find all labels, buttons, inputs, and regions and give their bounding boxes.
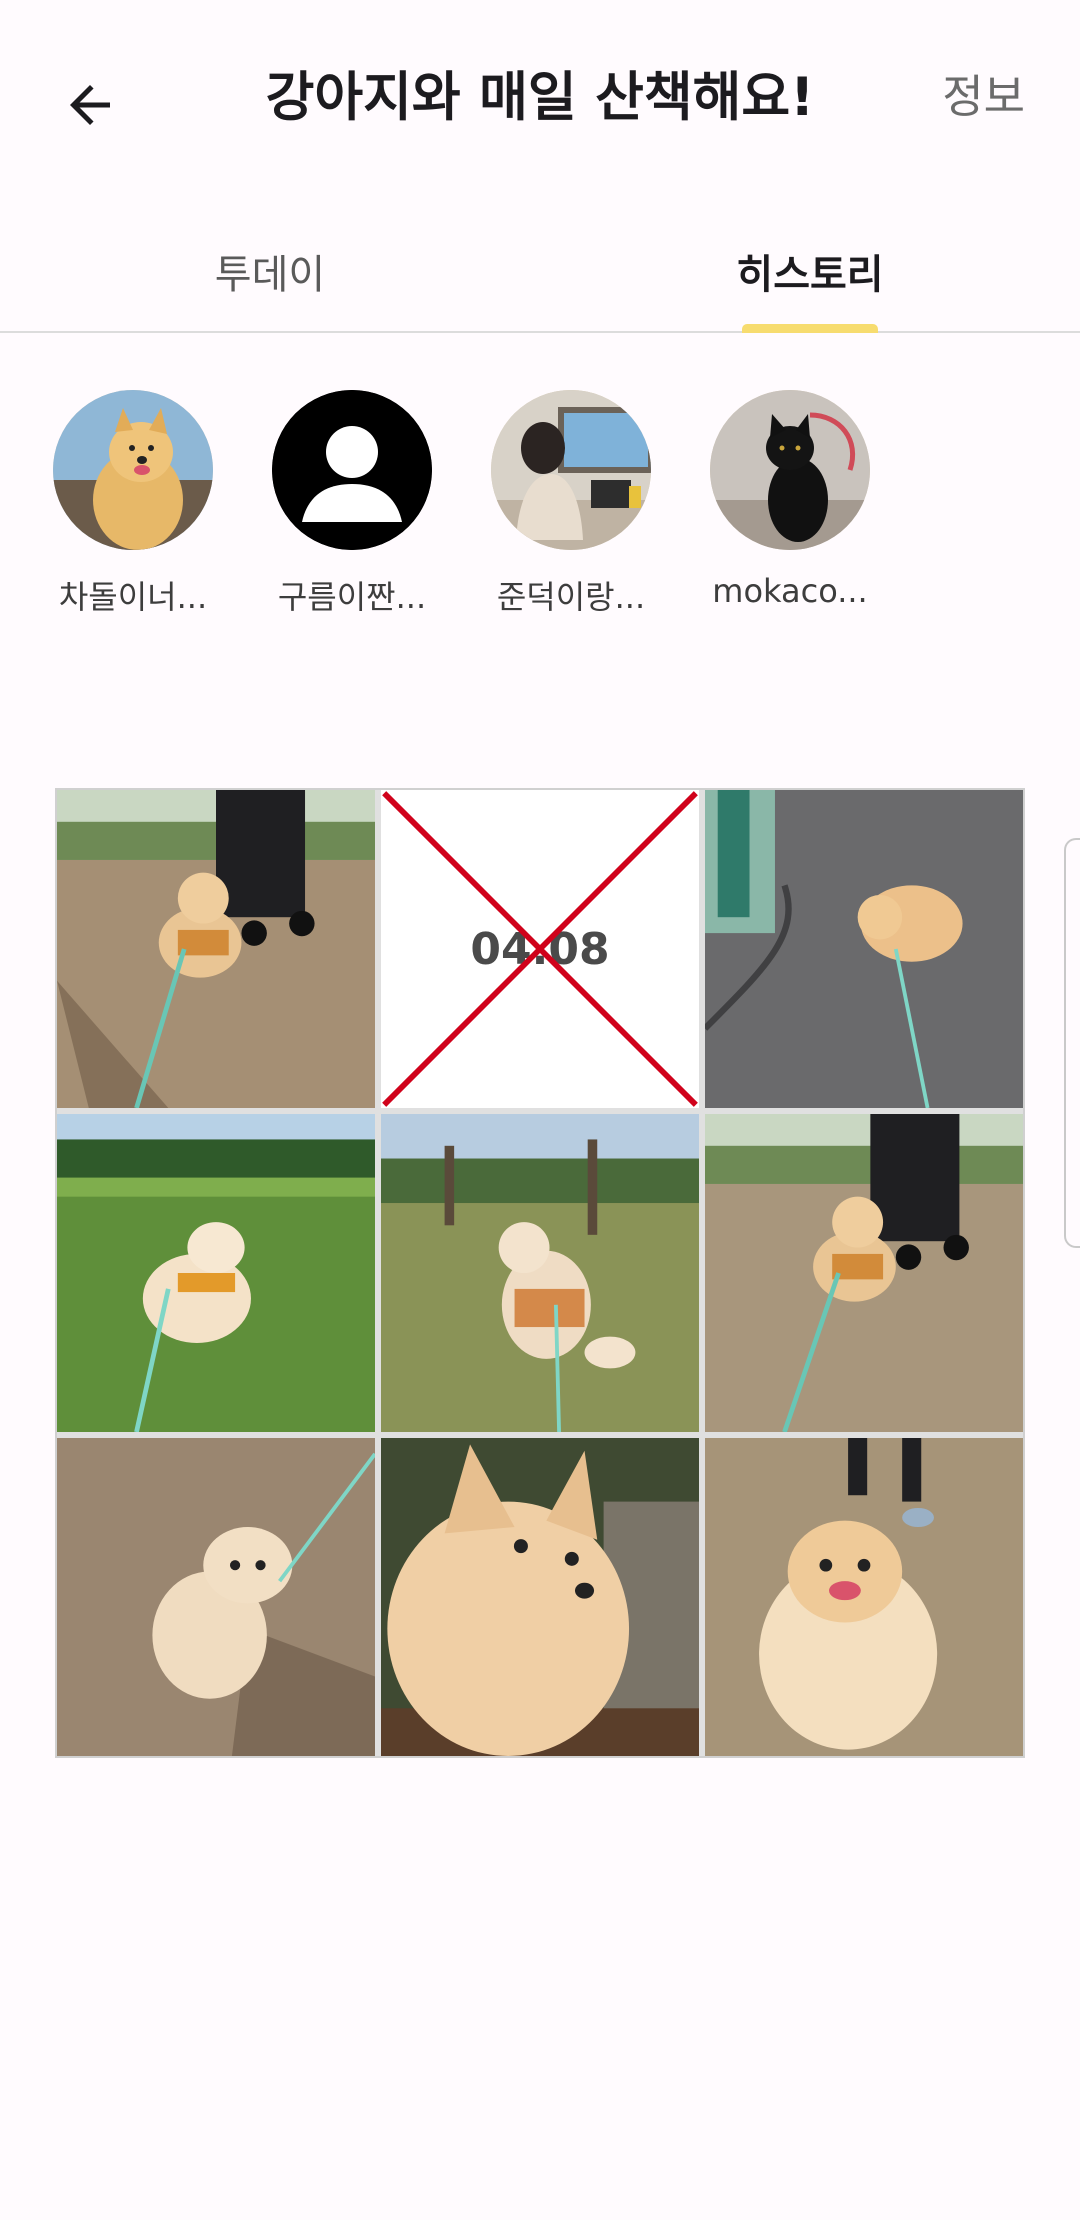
tab-indicator: [742, 324, 878, 333]
default-person-icon: [272, 390, 432, 550]
history-photo[interactable]: [381, 1114, 699, 1432]
page-title: 강아지와 매일 산책해요!: [265, 67, 815, 128]
member-name: mokaco...: [712, 572, 868, 610]
member-list: 차돌이너... 구름이짠... 준덕이랑... mokaco...: [0, 390, 1080, 630]
history-photo[interactable]: [57, 790, 375, 1108]
member-name: 구름이짠...: [277, 578, 427, 616]
cross-icon: [382, 791, 698, 1107]
history-missing-day[interactable]: 04.08: [381, 790, 699, 1108]
top-app-bar: 강아지와 매일 산책해요! 정보: [0, 0, 1080, 190]
member-name: 준덕이랑...: [496, 578, 646, 616]
history-photo[interactable]: [705, 1114, 1023, 1432]
history-grid: 04.08: [55, 788, 1025, 1758]
history-photo[interactable]: [381, 1438, 699, 1756]
member-item[interactable]: 준덕이랑...: [481, 390, 661, 630]
avatar: [710, 390, 870, 550]
history-photo[interactable]: [57, 1114, 375, 1432]
member-item[interactable]: 구름이짠...: [262, 390, 442, 630]
history-photo[interactable]: [705, 1438, 1023, 1756]
member-item[interactable]: 차돌이너...: [43, 390, 223, 630]
tab-bar: 투데이 히스토리: [0, 210, 1080, 333]
info-button[interactable]: 정보: [942, 62, 1025, 132]
avatar: [491, 390, 651, 550]
tab-history[interactable]: 히스토리: [540, 210, 1080, 331]
history-photo[interactable]: [705, 790, 1023, 1108]
member-item[interactable]: mokaco...: [700, 390, 880, 630]
tab-today[interactable]: 투데이: [0, 210, 540, 331]
back-button[interactable]: [40, 55, 140, 155]
history-photo[interactable]: [57, 1438, 375, 1756]
member-name: 차돌이너...: [58, 578, 208, 616]
scroll-handle[interactable]: [1064, 838, 1080, 1248]
arrow-back-icon: [70, 85, 110, 125]
avatar: [53, 390, 213, 550]
